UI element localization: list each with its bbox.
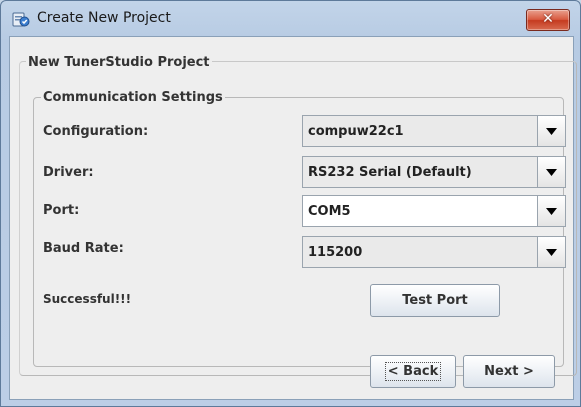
close-x-icon: ✕ (542, 11, 554, 27)
triangle-down-icon (546, 169, 557, 176)
back-button[interactable]: < Back (370, 355, 456, 388)
configuration-label: Configuration: (43, 124, 149, 139)
baud-rate-value: 115200 (308, 245, 363, 260)
driver-select[interactable]: RS232 Serial (Default) (302, 156, 566, 188)
driver-label: Driver: (43, 165, 94, 180)
baud-rate-select[interactable]: 115200 (302, 236, 566, 268)
port-value[interactable]: COM5 (308, 204, 351, 219)
window-title: Create New Project (37, 10, 171, 26)
port-select[interactable]: COM5 (302, 195, 566, 227)
port-label: Port: (43, 203, 80, 218)
triangle-down-icon (546, 249, 557, 256)
next-button[interactable]: Next > (463, 355, 555, 388)
test-port-button[interactable]: Test Port (370, 284, 500, 317)
baud-rate-label: Baud Rate: (43, 241, 124, 256)
project-group-title: New TunerStudio Project (26, 55, 212, 70)
close-button[interactable]: ✕ (526, 9, 570, 31)
triangle-down-icon (546, 208, 557, 215)
title-bar[interactable]: Create New Project ✕ (1, 1, 580, 35)
configuration-select[interactable]: compuw22c1 (302, 115, 566, 147)
project-wizard-icon (12, 12, 30, 27)
driver-dropdown-button[interactable] (537, 157, 565, 187)
test-status-text: Successful!!! (43, 292, 132, 306)
configuration-dropdown-button[interactable] (537, 116, 565, 146)
create-project-dialog: Create New Project ✕ New TunerStudio Pro… (0, 0, 581, 407)
baud-rate-dropdown-button[interactable] (537, 237, 565, 267)
triangle-down-icon (546, 128, 557, 135)
back-button-label: < Back (384, 362, 442, 381)
driver-value: RS232 Serial (Default) (308, 165, 472, 180)
dialog-content: New TunerStudio Project Communication Se… (9, 36, 577, 400)
port-dropdown-button[interactable] (537, 196, 565, 226)
configuration-value: compuw22c1 (308, 124, 404, 139)
communication-settings-title: Communication Settings (41, 90, 225, 105)
